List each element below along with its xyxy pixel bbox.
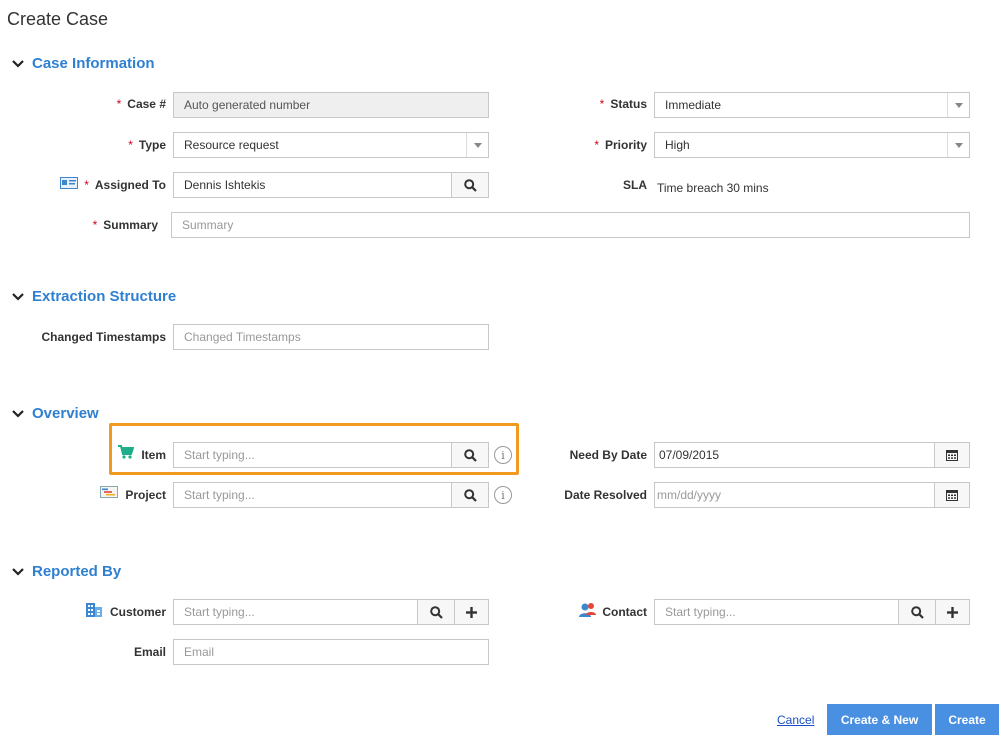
- project-input[interactable]: Start typing...: [173, 482, 452, 508]
- customer-label: Customer: [109, 605, 166, 619]
- section-reported-by[interactable]: Reported By: [12, 563, 121, 580]
- priority-label: * Priority: [594, 138, 647, 152]
- create-button[interactable]: Create: [935, 704, 999, 735]
- project-icon: [100, 486, 118, 498]
- chevron-down-icon: [947, 93, 969, 117]
- status-select[interactable]: Immediate: [654, 92, 970, 118]
- building-icon: [86, 603, 102, 617]
- assigned-to-label: * Assigned To: [84, 178, 166, 192]
- chevron-down-icon: [12, 567, 24, 576]
- calendar-icon: [946, 450, 958, 461]
- section-extraction-structure[interactable]: Extraction Structure: [12, 288, 176, 305]
- chevron-down-icon: [12, 59, 24, 68]
- calendar-icon: [946, 490, 958, 501]
- summary-input[interactable]: Summary: [171, 212, 970, 238]
- item-label: Item: [141, 448, 166, 462]
- assigned-to-search-button[interactable]: [451, 172, 489, 198]
- section-overview[interactable]: Overview: [12, 405, 99, 422]
- date-resolved-label: Date Resolved: [564, 488, 647, 502]
- priority-select[interactable]: High: [654, 132, 970, 158]
- changed-timestamps-input[interactable]: Changed Timestamps: [173, 324, 489, 350]
- item-input[interactable]: Start typing...: [173, 442, 452, 468]
- cart-icon: [118, 445, 134, 459]
- create-and-new-button[interactable]: Create & New: [827, 704, 932, 735]
- case-number-label: * Case #: [116, 97, 166, 111]
- sla-value: Time breach 30 mins: [657, 181, 769, 195]
- item-search-button[interactable]: [451, 442, 489, 468]
- project-label: Project: [125, 488, 166, 502]
- customer-input[interactable]: Start typing...: [173, 599, 418, 625]
- info-icon[interactable]: i: [494, 446, 512, 464]
- email-label: Email: [133, 645, 166, 659]
- email-input[interactable]: Email: [173, 639, 489, 665]
- need-by-date-calendar-button[interactable]: [934, 442, 970, 468]
- id-card-icon: [60, 177, 78, 189]
- status-label: * Status: [599, 97, 647, 111]
- chevron-down-icon: [947, 133, 969, 157]
- type-select[interactable]: Resource request: [173, 132, 489, 158]
- section-title: Extraction Structure: [32, 288, 177, 305]
- need-by-date-input[interactable]: 07/09/2015: [654, 442, 935, 468]
- case-number-field: Auto generated number: [173, 92, 489, 118]
- chevron-down-icon: [12, 292, 24, 301]
- search-icon: [463, 488, 477, 502]
- customer-add-button[interactable]: [454, 599, 489, 625]
- customer-search-button[interactable]: [417, 599, 455, 625]
- contacts-icon: [579, 603, 596, 617]
- contact-input[interactable]: Start typing...: [654, 599, 899, 625]
- page-title: Create Case: [7, 9, 109, 29]
- sla-label: SLA: [623, 178, 647, 192]
- changed-timestamps-label: Changed Timestamps: [41, 330, 166, 344]
- section-case-information[interactable]: Case Information: [12, 55, 155, 72]
- date-resolved-calendar-button[interactable]: [934, 482, 970, 508]
- contact-label: Contact: [602, 605, 647, 619]
- section-title: Overview: [32, 405, 99, 422]
- summary-label: * Summary: [92, 218, 158, 232]
- search-icon: [910, 605, 924, 619]
- search-icon: [463, 178, 477, 192]
- chevron-down-icon: [466, 133, 488, 157]
- section-title: Reported By: [32, 563, 122, 580]
- search-icon: [463, 448, 477, 462]
- search-icon: [429, 605, 443, 619]
- chevron-down-icon: [12, 409, 24, 418]
- section-title: Case Information: [32, 55, 155, 72]
- contact-add-button[interactable]: [935, 599, 970, 625]
- type-label: * Type: [128, 138, 166, 152]
- contact-search-button[interactable]: [898, 599, 936, 625]
- cancel-link[interactable]: Cancel: [777, 713, 814, 727]
- info-icon[interactable]: i: [494, 486, 512, 504]
- plus-icon: [947, 606, 958, 618]
- need-by-date-label: Need By Date: [569, 448, 647, 462]
- date-resolved-input[interactable]: mm/dd/yyyy: [654, 482, 935, 508]
- assigned-to-input[interactable]: Dennis Ishtekis: [173, 172, 452, 198]
- plus-icon: [466, 606, 477, 618]
- project-search-button[interactable]: [451, 482, 489, 508]
